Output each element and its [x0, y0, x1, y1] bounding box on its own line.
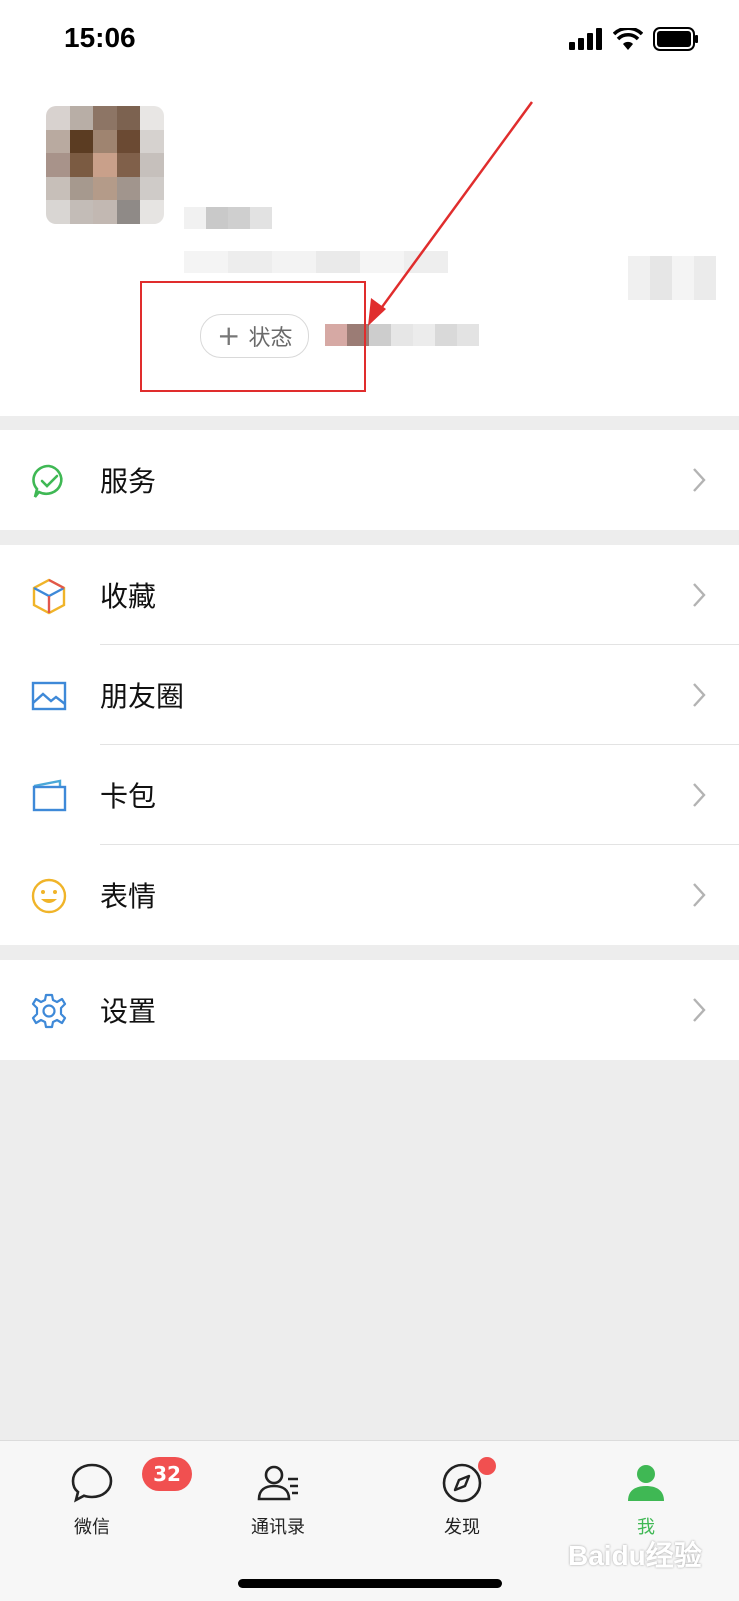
bottom-tab-bar: 微信 32 通讯录 发现 我	[0, 1440, 739, 1601]
menu-label-cards: 卡包	[100, 780, 157, 813]
moments-image-icon	[31, 681, 67, 711]
menu-group-main: 收藏 朋友圈 卡包 表情	[0, 545, 739, 945]
menu-label-moments: 朋友圈	[100, 680, 185, 713]
annotation-arrow	[368, 101, 534, 326]
tab-me[interactable]: 我	[586, 1459, 706, 1539]
services-icon	[32, 464, 63, 498]
notification-dot	[478, 1457, 496, 1475]
chevron-right-icon	[693, 468, 706, 492]
menu-item-stickers[interactable]: 表情	[0, 845, 739, 945]
tab-chats[interactable]: 微信 32	[32, 1457, 192, 1539]
tab-label-discover: 发现	[444, 1517, 480, 1538]
menu-item-services[interactable]: 服务	[0, 430, 739, 530]
baidu-watermark: Baidu经验	[568, 1540, 702, 1571]
menu-label-favorites: 收藏	[100, 580, 157, 613]
menu-label-stickers: 表情	[100, 880, 157, 913]
card-wallet-icon	[32, 779, 67, 812]
home-indicator[interactable]	[238, 1579, 502, 1588]
menu-group-services: 服务	[0, 430, 739, 530]
tab-discover[interactable]: 发现	[402, 1457, 522, 1539]
tab-label-chats: 微信	[74, 1517, 110, 1538]
menu-label-settings: 设置	[100, 995, 157, 1028]
smiley-face-icon	[31, 878, 67, 914]
chevron-right-icon	[693, 998, 706, 1022]
menu-item-moments[interactable]: 朋友圈	[0, 645, 739, 745]
menu-group-settings: 设置	[0, 960, 739, 1060]
menu-item-settings[interactable]: 设置	[0, 960, 739, 1060]
menu-item-favorites[interactable]: 收藏	[0, 545, 739, 645]
chat-icon	[71, 1463, 113, 1503]
menu-item-cards[interactable]: 卡包	[0, 745, 739, 845]
unread-badge: 32	[142, 1457, 192, 1491]
gear-icon	[31, 993, 67, 1029]
chevron-right-icon	[693, 783, 706, 807]
tab-label-contacts: 通讯录	[251, 1517, 305, 1538]
favorites-cube-icon	[32, 578, 66, 615]
contacts-icon	[257, 1465, 298, 1501]
chevron-right-icon	[693, 583, 706, 607]
tab-contacts[interactable]: 通讯录	[218, 1459, 338, 1539]
me-person-icon	[628, 1465, 664, 1501]
chevron-right-icon	[693, 683, 706, 707]
menu-label-services: 服务	[100, 465, 157, 498]
chevron-right-icon	[693, 883, 706, 907]
